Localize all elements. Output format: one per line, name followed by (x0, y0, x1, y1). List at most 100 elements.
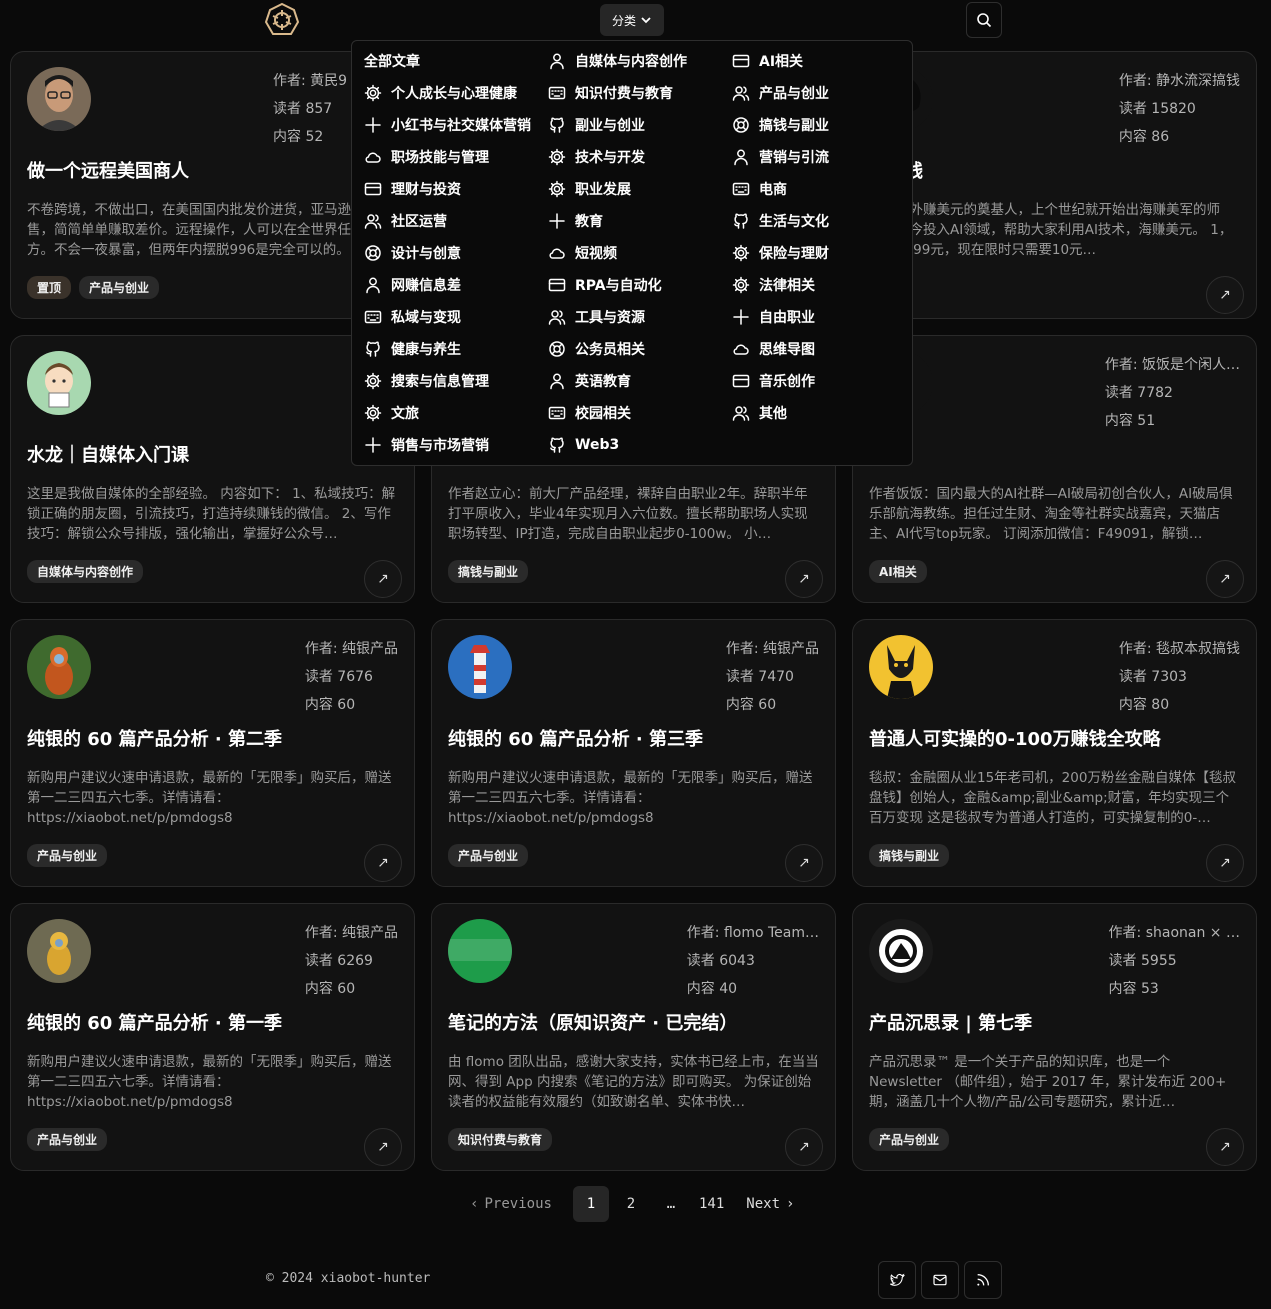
category-item[interactable]: 理财与投资 (364, 173, 461, 205)
category-item[interactable]: 文旅 (364, 397, 419, 429)
keyboard-icon (548, 86, 566, 100)
category-item[interactable]: Web3 (548, 429, 619, 461)
open-arrow-button[interactable]: ↗ (785, 1128, 823, 1166)
category-item[interactable]: AI相关 (732, 45, 803, 77)
card-title[interactable]: 普通人可实操的0-100万赚钱全攻略 (869, 725, 1240, 751)
category-item[interactable]: 电商 (732, 173, 787, 205)
card-title[interactable]: 水龙｜自媒体入门课 (27, 441, 398, 467)
product-card[interactable]: 作者: flomo Team… 读者 6043 内容 40 笔记的方法（原知识资产 ·… (431, 903, 836, 1171)
open-arrow-button[interactable]: ↗ (364, 1128, 402, 1166)
category-item[interactable]: 社区运营 (364, 205, 447, 237)
category-item[interactable]: 自媒体与内容创作 (548, 45, 687, 77)
category-item[interactable]: 销售与市场营销 (364, 429, 489, 461)
open-arrow-button[interactable]: ↗ (364, 844, 402, 882)
category-tag[interactable]: 搞钱与副业 (869, 844, 950, 867)
next-button[interactable]: Next › (740, 1186, 800, 1222)
card-description: 由 flomo 团队出品，感谢大家支持，实体书已经上市，在当当网、得到 App … (448, 1054, 819, 1110)
category-item[interactable]: 私域与变现 (364, 301, 461, 333)
category-item[interactable]: 健康与养生 (364, 333, 461, 365)
readers-line: 读者 7470 (726, 663, 819, 691)
category-item[interactable]: 职业发展 (548, 173, 631, 205)
plus-icon (365, 437, 381, 453)
readers-count: 7303 (1151, 669, 1187, 685)
category-item[interactable]: 其他 (732, 397, 787, 429)
product-card[interactable]: 作者: 纯银产品 读者 7470 内容 60 纯银的 60 篇产品分析 · 第三季 新购… (431, 619, 836, 887)
page-2-button[interactable]: 2 (613, 1186, 649, 1222)
category-item[interactable]: 教育 (548, 205, 603, 237)
category-item[interactable]: 个人成长与心理健康 (364, 77, 517, 109)
card-title[interactable]: 做一个远程美国商人 (27, 157, 398, 183)
product-card[interactable]: 作者: 毯叔本叔搞钱 读者 7303 内容 80 普通人可实操的0-100万赚钱全攻略… (852, 619, 1257, 887)
category-item[interactable]: 副业与创业 (548, 109, 645, 141)
email-button[interactable] (921, 1261, 959, 1299)
card-title[interactable]: 产品沉思录 | 第七季 (869, 1009, 1240, 1035)
category-item[interactable]: 保险与理财 (732, 237, 829, 269)
category-item[interactable]: 法律相关 (732, 269, 815, 301)
author-line: 作者: 纯银产品 (726, 635, 819, 663)
twitter-button[interactable] (878, 1261, 916, 1299)
category-item[interactable]: 短视频 (548, 237, 617, 269)
readers-line: 读者 6043 (687, 947, 819, 975)
category-item[interactable]: 思维导图 (732, 333, 815, 365)
category-item[interactable]: 技术与开发 (548, 141, 645, 173)
card-title[interactable]: 笔记的方法（原知识资产 · 已完结） (448, 1009, 819, 1035)
category-tag[interactable]: 知识付费与教育 (448, 1128, 553, 1151)
open-arrow-button[interactable]: ↗ (1206, 844, 1244, 882)
tag-list: 产品与创业 (448, 844, 529, 867)
open-arrow-button[interactable]: ↗ (364, 560, 402, 598)
category-tag[interactable]: 搞钱与副业 (448, 560, 529, 583)
category-item[interactable]: 英语教育 (548, 365, 631, 397)
rss-button[interactable] (964, 1261, 1002, 1299)
product-card[interactable]: 作者: shaonan × … 读者 5955 内容 53 产品沉思录 | 第七季 产品… (852, 903, 1257, 1171)
open-arrow-button[interactable]: ↗ (785, 560, 823, 598)
pinned-badge[interactable]: 置顶 (27, 276, 72, 299)
product-card[interactable]: 作者: 纯银产品 读者 6269 内容 60 纯银的 60 篇产品分析 · 第一季 新购… (10, 903, 415, 1171)
category-tag[interactable]: 产品与创业 (27, 1128, 108, 1151)
card-title[interactable]: 外赚钱 (869, 157, 1240, 183)
category-item[interactable]: 知识付费与教育 (548, 77, 673, 109)
card-title[interactable]: 纯银的 60 篇产品分析 · 第一季 (27, 1009, 398, 1035)
product-card[interactable]: 作者: 纯银产品 读者 7676 内容 60 纯银的 60 篇产品分析 · 第二季 新购… (10, 619, 415, 887)
open-arrow-button[interactable]: ↗ (785, 844, 823, 882)
category-tag[interactable]: 产品与创业 (448, 844, 529, 867)
category-item[interactable]: 公务员相关 (548, 333, 645, 365)
logo-icon[interactable] (264, 2, 300, 38)
category-tag[interactable]: 产品与创业 (27, 844, 108, 867)
open-arrow-button[interactable]: ↗ (1206, 276, 1244, 314)
card-title[interactable]: 纯银的 60 篇产品分析 · 第二季 (27, 725, 398, 751)
readers-count: 857 (305, 101, 333, 117)
category-tag[interactable]: 自媒体与内容创作 (27, 560, 144, 583)
category-item[interactable]: 生活与文化 (732, 205, 829, 237)
category-item[interactable]: 设计与创意 (364, 237, 461, 269)
card-title[interactable]: 纯银的 60 篇产品分析 · 第三季 (448, 725, 819, 751)
open-arrow-button[interactable]: ↗ (1206, 560, 1244, 598)
category-item[interactable]: 小红书与社交媒体营销 (364, 109, 531, 141)
category-tag[interactable]: AI相关 (869, 560, 927, 583)
category-item[interactable]: 搜索与信息管理 (364, 365, 489, 397)
category-item[interactable]: 全部文章 (364, 45, 420, 77)
category-item[interactable]: RPA与自动化 (548, 269, 662, 301)
page-1-button[interactable]: 1 (573, 1186, 609, 1222)
category-item[interactable]: 自由职业 (732, 301, 815, 333)
readers-line: 读者 5955 (1109, 947, 1240, 975)
category-item[interactable]: 营销与引流 (732, 141, 829, 173)
category-item[interactable]: 搞钱与副业 (732, 109, 829, 141)
previous-button[interactable]: ‹ Previous (460, 1186, 562, 1222)
category-item[interactable]: 职场技能与管理 (364, 141, 489, 173)
category-item[interactable]: 音乐创作 (732, 365, 815, 397)
users-icon (548, 310, 566, 325)
category-item[interactable]: 工具与资源 (548, 301, 645, 333)
page-last-button[interactable]: 141 (693, 1186, 730, 1222)
users-icon (732, 86, 750, 101)
category-item[interactable]: 网赚信息差 (364, 269, 461, 301)
category-tag[interactable]: 产品与创业 (869, 1128, 950, 1151)
category-item[interactable]: 校园相关 (548, 397, 631, 429)
readers-line: 读者 7303 (1119, 663, 1240, 691)
category-item[interactable]: 产品与创业 (732, 77, 829, 109)
search-button[interactable] (966, 2, 1002, 38)
github-icon (550, 437, 564, 453)
category-dropdown-button[interactable]: 分类 (600, 4, 664, 36)
category-tag[interactable]: 产品与创业 (79, 276, 160, 299)
card-title[interactable]: 写 (869, 441, 1240, 467)
open-arrow-button[interactable]: ↗ (1206, 1128, 1244, 1166)
